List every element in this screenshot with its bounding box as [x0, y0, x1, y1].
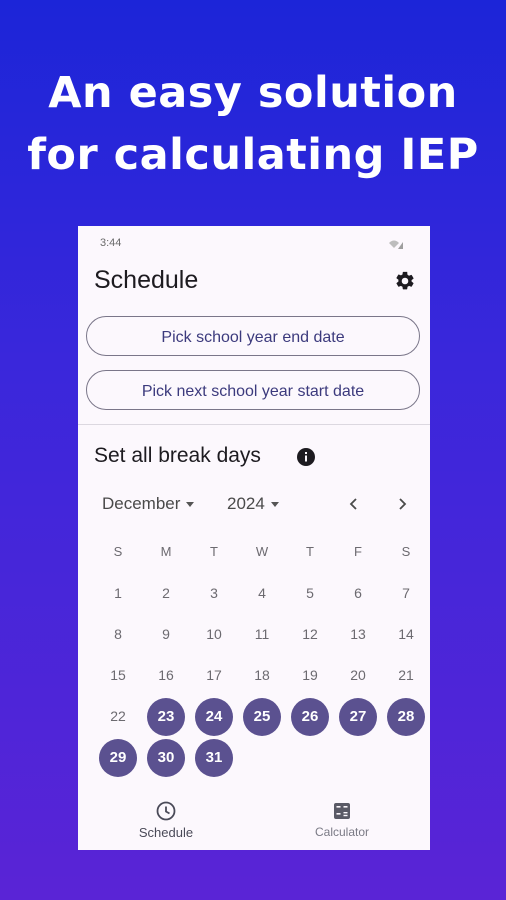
calendar-day[interactable]: 12: [286, 614, 334, 654]
calendar-day[interactable]: 15: [94, 655, 142, 695]
gear-icon[interactable]: [394, 270, 416, 292]
calendar-day-selected[interactable]: 24: [190, 696, 238, 736]
chevron-down-icon: [270, 502, 279, 508]
calendar-day[interactable]: 16: [142, 655, 190, 695]
calendar-day[interactable]: 9: [142, 614, 190, 654]
calendar-day[interactable]: 4: [238, 573, 286, 613]
calendar-day[interactable]: 22: [94, 696, 142, 736]
calendar-day[interactable]: 13: [334, 614, 382, 654]
calendar-day-selected[interactable]: 25: [238, 696, 286, 736]
weekday-header: S: [113, 544, 123, 559]
weekday-header: M: [160, 544, 172, 559]
nav-calculator-label: Calculator: [314, 825, 370, 839]
chevron-down-icon: [186, 502, 195, 508]
calendar-day[interactable]: 20: [334, 655, 382, 695]
weekday-header: T: [210, 544, 218, 559]
calendar-day[interactable]: 18: [238, 655, 286, 695]
calendar-day[interactable]: 11: [238, 614, 286, 654]
previous-month-icon[interactable]: [344, 494, 364, 514]
calendar-day-selected[interactable]: 28: [382, 696, 430, 736]
divider: [78, 424, 430, 425]
calendar-day[interactable]: 6: [334, 573, 382, 613]
break-days-title: Set all break days: [94, 444, 261, 467]
clock-icon: [156, 801, 176, 821]
phone-screen: 3:44 Schedule Pick school year end date …: [78, 226, 430, 850]
calendar-day-selected[interactable]: 27: [334, 696, 382, 736]
month-dropdown[interactable]: December: [102, 494, 195, 514]
calculator-icon: [334, 803, 350, 819]
status-time: 3:44: [100, 237, 122, 249]
weekday-header: T: [306, 544, 314, 559]
weekday-header: W: [255, 544, 269, 559]
calendar-day[interactable]: 1: [94, 573, 142, 613]
pick-end-date-button[interactable]: Pick school year end date: [86, 316, 420, 356]
calendar-day-selected[interactable]: 26: [286, 696, 334, 736]
signal-icon: [389, 240, 403, 249]
calendar-day[interactable]: 2: [142, 573, 190, 613]
calendar-day[interactable]: 14: [382, 614, 430, 654]
calendar-day[interactable]: 17: [190, 655, 238, 695]
year-dropdown[interactable]: 2024: [227, 494, 279, 514]
calendar-day-selected[interactable]: 31: [190, 737, 238, 777]
calendar-day[interactable]: 8: [94, 614, 142, 654]
calendar-day[interactable]: 21: [382, 655, 430, 695]
headline-line-2: for calculating IEP: [27, 130, 479, 180]
next-month-icon[interactable]: [392, 494, 412, 514]
nav-calculator[interactable]: Calculator: [254, 794, 430, 850]
month-label: December: [102, 494, 181, 513]
info-icon[interactable]: [296, 447, 316, 467]
calendar-day-selected[interactable]: 30: [142, 737, 190, 777]
calendar-day[interactable]: 19: [286, 655, 334, 695]
headline-line-1: An easy solution: [48, 68, 458, 118]
calendar-day-selected[interactable]: 23: [142, 696, 190, 736]
weekday-header: S: [401, 544, 411, 559]
page-title: Schedule: [94, 266, 199, 294]
year-label: 2024: [227, 494, 265, 513]
promo-headline: An easy solution for calculating IEP: [0, 62, 506, 186]
pick-start-date-button[interactable]: Pick next school year start date: [86, 370, 420, 410]
calendar-day-selected[interactable]: 29: [94, 737, 142, 777]
calendar-day[interactable]: 10: [190, 614, 238, 654]
nav-schedule[interactable]: Schedule: [78, 794, 254, 850]
nav-schedule-label: Schedule: [138, 825, 194, 840]
status-bar: 3:44: [78, 226, 430, 260]
bottom-navigation: Schedule Calculator: [78, 794, 430, 850]
calendar-day[interactable]: 3: [190, 573, 238, 613]
calendar-day[interactable]: 7: [382, 573, 430, 613]
calendar-day[interactable]: 5: [286, 573, 334, 613]
weekday-header: F: [354, 544, 362, 559]
